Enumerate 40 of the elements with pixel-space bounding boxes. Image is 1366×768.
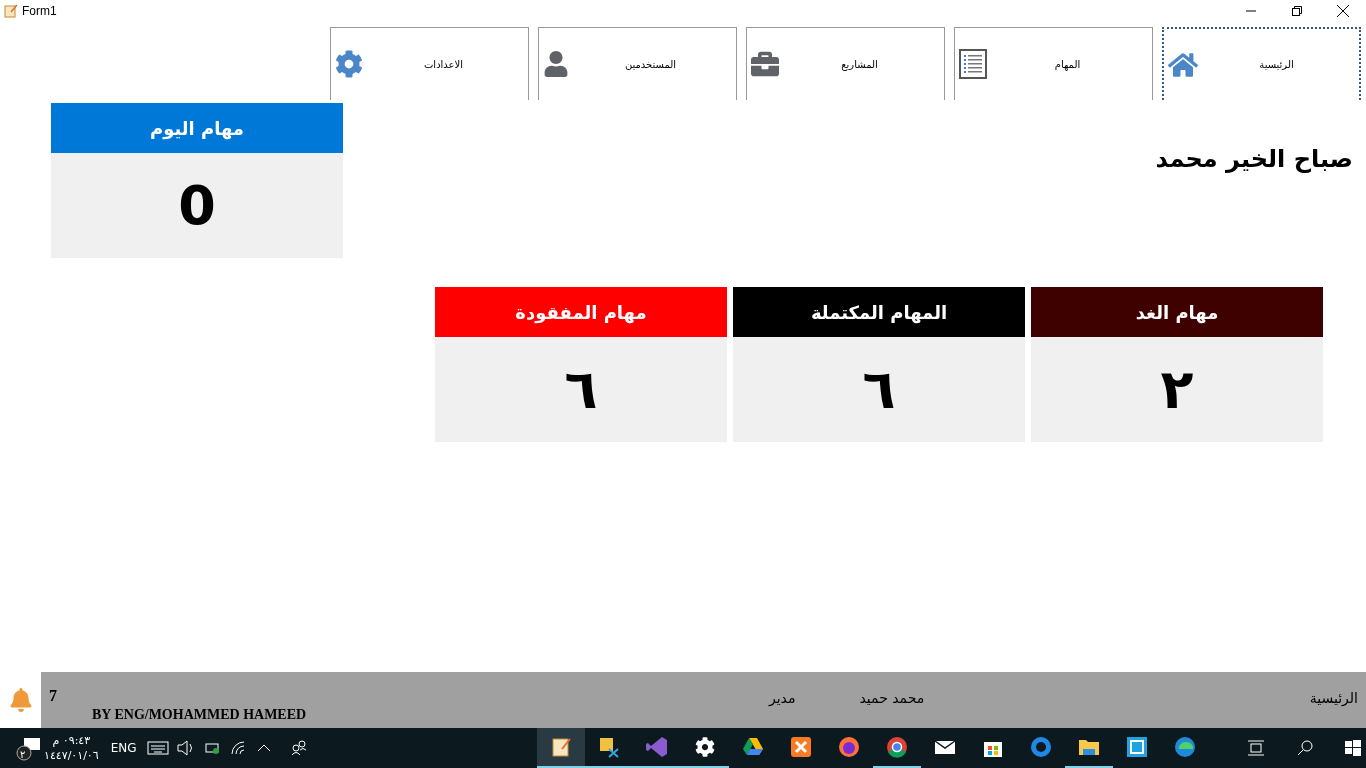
edge-icon <box>1172 735 1197 759</box>
card-value: 0 <box>51 153 343 258</box>
nav-tab[interactable]: المهام <box>954 27 1153 100</box>
card-value: ٦ <box>733 337 1025 442</box>
nav-tab[interactable]: المشاريع <box>746 27 945 100</box>
card-header: مهام المفقودة <box>435 287 727 337</box>
taskbar-app[interactable] <box>536 728 585 768</box>
app-icon <box>4 4 18 18</box>
gear-icon <box>335 50 363 78</box>
studio-icon <box>644 735 669 759</box>
user-role: مدير <box>769 690 796 706</box>
card-header: مهام اليوم <box>51 103 343 153</box>
language-indicator[interactable]: ENG <box>110 741 137 755</box>
brackets-icon <box>1124 735 1149 759</box>
card-value: ٦ <box>435 337 727 442</box>
bell-icon <box>8 688 33 712</box>
chrome-icon <box>884 735 909 759</box>
notification-count: 7 <box>49 687 57 705</box>
nav-tab[interactable]: الرئيسية <box>1162 27 1361 100</box>
list-icon <box>959 49 987 79</box>
nav-tab[interactable]: المستخدمين <box>538 27 737 100</box>
greeting: صباح الخير محمد <box>1155 145 1353 173</box>
user-icon <box>543 51 569 77</box>
user-name: محمد حميد <box>859 690 925 706</box>
briefcase-icon <box>751 50 779 78</box>
xampp-icon <box>788 735 813 759</box>
window-title: Form1 <box>22 4 57 18</box>
video-player-icon <box>1028 735 1053 759</box>
credit-text: BY ENG/MOHAMMED HAMEED <box>92 707 307 723</box>
card-header: المهام المكتملة <box>733 287 1025 337</box>
close-icon[interactable] <box>1337 5 1349 17</box>
card-value: ٢ <box>1031 337 1323 442</box>
current-page: الرئيسية <box>1309 690 1358 706</box>
settings-icon <box>694 737 715 757</box>
clock[interactable]: ٠٩:٤٣ م ١٤٤٧/٠١/٠٦ <box>44 733 99 763</box>
firefox-icon <box>836 735 861 759</box>
card-header: مهام الغد <box>1031 287 1323 337</box>
nav-tab[interactable]: الاعدادات <box>330 27 529 100</box>
restore-icon[interactable] <box>1292 6 1302 16</box>
notification-number: ٢ <box>20 748 27 760</box>
